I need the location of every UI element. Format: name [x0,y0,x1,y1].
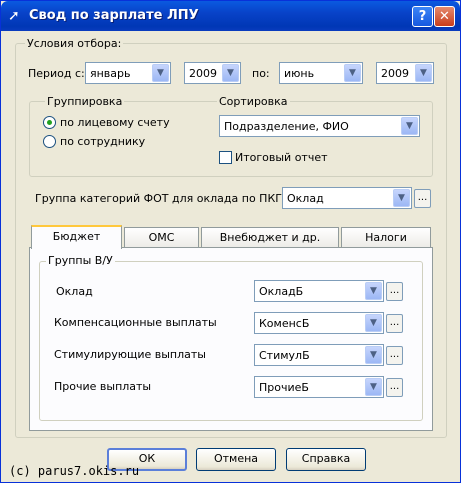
tab-taxes[interactable]: Налоги [341,227,431,248]
other-payments-group-browse-button[interactable]: ... [386,378,403,397]
chevron-down-icon[interactable]: ▼ [365,282,382,300]
watermark-text: (c) parus7.okis.ru [9,464,140,478]
tab-oms[interactable]: ОМС [124,227,199,248]
other-payments-group-select[interactable]: ПрочиеБ ▼ [254,376,384,398]
total-report-checkbox[interactable] [219,151,232,164]
compensation-label: Компенсационные выплаты [54,316,217,329]
salary-label: Оклад [56,285,93,298]
incentive-label: Стимулирующие выплаты [54,348,206,361]
close-button[interactable]: ✕ [434,6,455,27]
chevron-down-icon[interactable]: ▼ [365,346,382,364]
grouping-option-employee-label: по сотруднику [60,135,146,148]
incentive-group-browse-button[interactable]: ... [386,346,403,365]
sorting-select[interactable]: Подразделение, ФИО ▼ [219,115,420,137]
total-report-label: Итоговый отчет [235,151,328,164]
window-title: Свод по зарплате ЛПУ [29,8,199,23]
chevron-down-icon[interactable]: ▼ [152,64,169,82]
cancel-button[interactable]: Отмена [196,448,276,471]
period-label: Период с: [28,67,85,80]
grouping-radio-employee[interactable] [43,135,56,148]
tab-extrabudget[interactable]: Внебюджет и др. [201,227,339,248]
fot-group-label: Группа категорий ФОТ для оклада по ПКГ [35,192,282,205]
chevron-down-icon[interactable]: ▼ [365,314,382,332]
grouping-option-account-label: по лицевому счету [60,116,170,129]
period-to-year-select[interactable]: 2009 ▼ [376,62,434,84]
title-bar: ➚ Свод по зарплате ЛПУ ? ✕ [1,1,460,31]
compensation-group-select[interactable]: КоменсБ ▼ [254,312,384,334]
help-title-button[interactable]: ? [412,6,433,27]
period-from-month-select[interactable]: январь ▼ [85,62,171,84]
sorting-legend: Сортировка [217,95,290,108]
fot-group-select[interactable]: Оклад ▼ [282,187,412,209]
payment-groups-legend: Группы В/У [46,254,115,267]
chevron-down-icon[interactable]: ▼ [393,189,410,207]
incentive-group-select[interactable]: СтимулБ ▼ [254,344,384,366]
selection-conditions-legend: Условия отбора: [25,37,124,50]
chevron-down-icon[interactable]: ▼ [365,378,382,396]
salary-group-select[interactable]: ОкладБ ▼ [254,280,384,302]
grouping-legend: Группировка [45,95,125,108]
chevron-down-icon[interactable]: ▼ [415,64,432,82]
other-payments-label: Прочие выплаты [54,380,152,393]
compensation-group-browse-button[interactable]: ... [386,314,403,333]
chevron-down-icon[interactable]: ▼ [401,117,418,135]
grouping-radio-account[interactable] [43,116,56,129]
period-to-month-select[interactable]: июнь ▼ [279,62,363,84]
chevron-down-icon[interactable]: ▼ [222,64,239,82]
period-from-year-select[interactable]: 2009 ▼ [184,62,241,84]
dialog-window: ➚ Свод по зарплате ЛПУ ? ✕ Условия отбор… [0,0,461,483]
tab-budget[interactable]: Бюджет [31,225,122,249]
fot-group-browse-button[interactable]: ... [414,189,431,208]
salary-group-browse-button[interactable]: ... [386,282,403,301]
help-button[interactable]: Справка [286,448,366,471]
app-arrow-icon: ➚ [8,8,20,24]
period-to-label: по: [252,67,270,80]
chevron-down-icon[interactable]: ▼ [344,64,361,82]
